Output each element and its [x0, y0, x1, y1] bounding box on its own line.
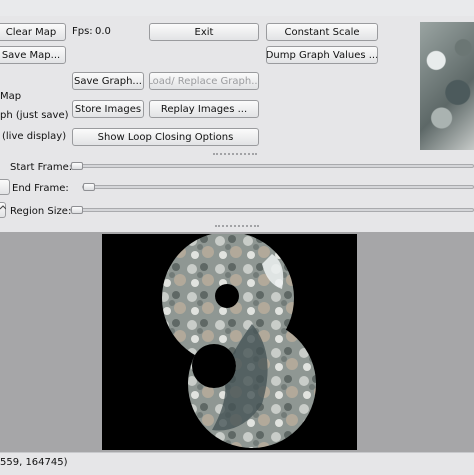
- camera-thumbnail-image: [420, 22, 474, 150]
- region-size-spin-button[interactable]: [0, 202, 7, 218]
- start-frame-slider[interactable]: [70, 164, 474, 168]
- top-toolbar: [0, 0, 474, 17]
- separator-dots: [213, 153, 257, 157]
- exit-button[interactable]: Exit: [149, 23, 259, 41]
- end-frame-slider[interactable]: [82, 185, 474, 189]
- save-map-button[interactable]: Save Map...: [0, 46, 66, 64]
- dump-graph-values-button[interactable]: Dump Graph Values ...: [266, 46, 378, 64]
- graph-just-save-label: ph (just save): [0, 110, 69, 121]
- clear-map-button[interactable]: Clear Map: [0, 23, 66, 41]
- separator-dots-bottom: [215, 225, 259, 229]
- end-frame-label: End Frame:: [12, 183, 69, 194]
- constant-scale-button[interactable]: Constant Scale: [266, 23, 378, 41]
- status-text: 559, 164745): [0, 457, 68, 468]
- start-frame-label: Start Frame:: [10, 162, 73, 173]
- map-view-area: [0, 232, 474, 452]
- mosaic-map-image: [102, 234, 357, 450]
- save-graph-button[interactable]: Save Graph...: [72, 72, 144, 90]
- end-frame-handle[interactable]: [83, 183, 95, 191]
- end-frame-spin-button[interactable]: [0, 179, 10, 195]
- start-frame-handle[interactable]: [71, 162, 83, 170]
- region-size-slider[interactable]: [70, 208, 474, 212]
- control-panel: Clear Map Fps: 0.0 Exit Constant Scale S…: [0, 16, 474, 232]
- live-display-label: (live display): [2, 131, 67, 142]
- show-loop-closing-options-button[interactable]: Show Loop Closing Options: [72, 128, 259, 146]
- region-size-handle[interactable]: [71, 206, 83, 214]
- replay-images-button[interactable]: Replay Images ...: [149, 100, 259, 118]
- region-size-label: Region Size:: [10, 206, 72, 217]
- map-option-label: Map: [0, 91, 22, 102]
- store-images-button[interactable]: Store Images: [72, 100, 144, 118]
- fps-label: Fps:: [72, 26, 93, 37]
- fps-value: 0.0: [95, 26, 111, 37]
- load-replace-graph-button[interactable]: Load/ Replace Graph...: [149, 72, 259, 90]
- arrow-up-icon: [0, 205, 7, 210]
- status-bar: 559, 164745): [0, 452, 474, 475]
- map-view-canvas[interactable]: [102, 234, 357, 450]
